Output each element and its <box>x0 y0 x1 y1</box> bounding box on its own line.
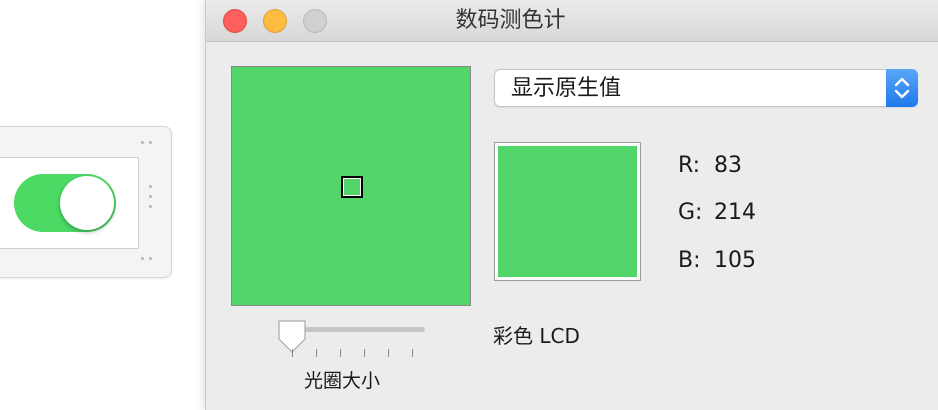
resize-handle-bottom-2 <box>149 257 153 267</box>
toggle-knob[interactable] <box>60 176 114 230</box>
toggle-container <box>0 157 139 249</box>
resize-handle-top <box>149 141 153 151</box>
green-label: G: <box>678 200 703 225</box>
chevron-updown-icon[interactable] <box>886 69 918 107</box>
red-label: R: <box>678 153 701 178</box>
color-swatch-frame <box>494 142 641 281</box>
blue-readout: B: 105 <box>678 248 756 273</box>
color-meter-window: 数码测色计 光圈大小 显示原生值 R: 83 G: 214 B: 105 彩色 LCD <box>205 0 938 410</box>
display-mode-popup[interactable]: 显示原生值 <box>494 69 918 107</box>
display-mode-value: 显示原生值 <box>511 76 622 101</box>
window-title: 数码测色计 <box>455 8 566 33</box>
aperture-indicator <box>341 176 363 198</box>
color-profile-label: 彩色 LCD <box>493 324 580 348</box>
color-swatch <box>498 146 637 277</box>
toggle-switch[interactable] <box>14 174 116 232</box>
aperture-slider-ticks <box>292 349 422 359</box>
green-readout: G: 214 <box>678 200 756 225</box>
red-readout: R: 83 <box>678 153 742 178</box>
resize-handle-right <box>149 185 153 215</box>
blue-label: B: <box>678 248 701 273</box>
blue-value: 105 <box>714 248 756 273</box>
aperture-size-label: 光圈大小 <box>304 370 381 392</box>
title-bar[interactable]: 数码测色计 <box>206 0 938 42</box>
green-value: 214 <box>714 200 756 225</box>
aperture-slider-track[interactable] <box>291 327 425 332</box>
resize-handle-bottom <box>141 257 145 267</box>
background-panel <box>0 126 172 278</box>
magnifier-view <box>231 66 471 306</box>
red-value: 83 <box>714 153 742 178</box>
resize-handle-top-2 <box>141 141 145 151</box>
